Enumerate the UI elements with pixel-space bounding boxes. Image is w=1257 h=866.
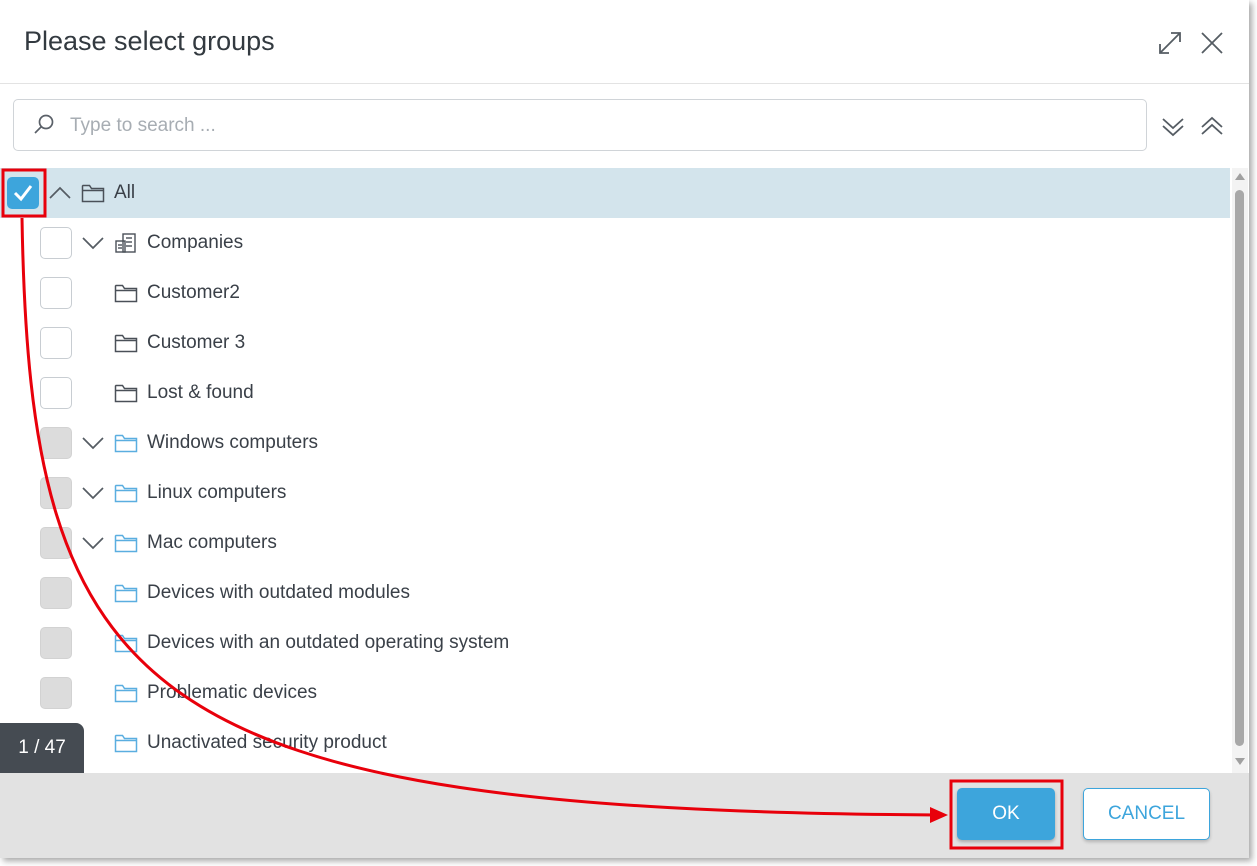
scroll-thumb[interactable] [1235,190,1244,746]
checkbox-lost-found[interactable] [40,377,72,409]
scroll-up-icon[interactable] [1235,173,1245,180]
tree-label: Mac computers [147,532,277,553]
tree-label: Windows computers [147,432,319,453]
tree-row-windows-computers[interactable]: Windows computers [0,418,1230,468]
checkbox-windows-computers [40,427,72,459]
checkbox-outdated-modules [40,577,72,609]
checkbox-companies[interactable] [40,227,72,259]
tree-row-customer2[interactable]: Customer2 [0,268,1230,318]
tree-label: Lost & found [147,382,254,403]
chevron-down-icon[interactable] [81,481,105,505]
dialog-footer: OK CANCEL [0,773,1249,858]
group-tree: All Companies Customer2 Customer 3 Lost … [0,168,1232,773]
chevron-up-icon[interactable] [48,181,72,205]
dynamic-folder-icon [114,434,138,453]
search-box [13,99,1147,151]
tree-row-outdated-os[interactable]: Devices with an outdated operating syste… [0,618,1230,668]
tree-row-companies[interactable]: Companies [0,218,1230,268]
maximize-icon[interactable] [1155,28,1185,58]
checkbox-all[interactable] [7,177,39,209]
folder-icon [114,284,138,303]
folder-icon [114,334,138,353]
dialog-title: Please select groups [24,26,275,56]
close-icon[interactable] [1197,28,1227,58]
chevron-down-icon[interactable] [81,431,105,455]
dynamic-folder-icon [114,634,138,653]
cancel-button[interactable]: CANCEL [1083,788,1210,840]
tree-label: Problematic devices [147,682,318,703]
tree-label: Devices with an outdated operating syste… [147,632,510,653]
tree-label: Customer 3 [147,332,246,353]
folder-icon [114,384,138,403]
companies-icon [115,233,136,253]
chevron-down-icon[interactable] [81,531,105,555]
select-groups-dialog: Please select groups Type to search ... … [0,0,1249,858]
dynamic-folder-icon [114,484,138,503]
checkbox-problematic-devices [40,677,72,709]
dialog-header: Please select groups [0,0,1249,84]
search-icon [34,114,54,134]
tree-row-lost-found[interactable]: Lost & found [0,368,1230,418]
ok-button[interactable]: OK [957,788,1055,840]
tree-row-customer-3[interactable]: Customer 3 [0,318,1230,368]
tree-row-outdated-modules[interactable]: Devices with outdated modules [0,568,1230,618]
tree-label: Customer2 [147,282,240,303]
dynamic-folder-icon [114,734,138,753]
tree-row-mac-computers[interactable]: Mac computers [0,518,1230,568]
search-toolbar [0,84,1249,166]
selection-counter: 1 / 47 [0,723,84,773]
tree-label: Unactivated security product [147,732,387,753]
search-input[interactable] [68,108,1132,144]
tree-scrollbar[interactable] [1232,168,1248,773]
chevron-down-icon[interactable] [81,231,105,255]
folder-icon [81,184,105,203]
tree-label: Companies [147,232,244,253]
tree-label: All [114,182,136,203]
checkbox-customer2[interactable] [40,277,72,309]
dynamic-folder-icon [114,684,138,703]
tree-row-linux-computers[interactable]: Linux computers [0,468,1230,518]
tree-label: Devices with outdated modules [147,582,410,603]
scroll-down-icon[interactable] [1235,758,1245,765]
checkbox-linux-computers [40,477,72,509]
dynamic-folder-icon [114,534,138,553]
checkbox-customer-3[interactable] [40,327,72,359]
tree-row-problematic-devices[interactable]: Problematic devices [0,668,1230,718]
dynamic-folder-icon [114,584,138,603]
tree-row-all[interactable]: All [0,168,1230,218]
tree-label: Linux computers [147,482,287,503]
expand-all-icon[interactable] [1159,113,1187,141]
checkbox-mac-computers [40,527,72,559]
checkmark-icon [13,185,33,202]
collapse-all-icon[interactable] [1198,113,1226,141]
tree-row-unactivated-security-product[interactable]: Unactivated security product [0,718,1230,768]
checkbox-outdated-os [40,627,72,659]
